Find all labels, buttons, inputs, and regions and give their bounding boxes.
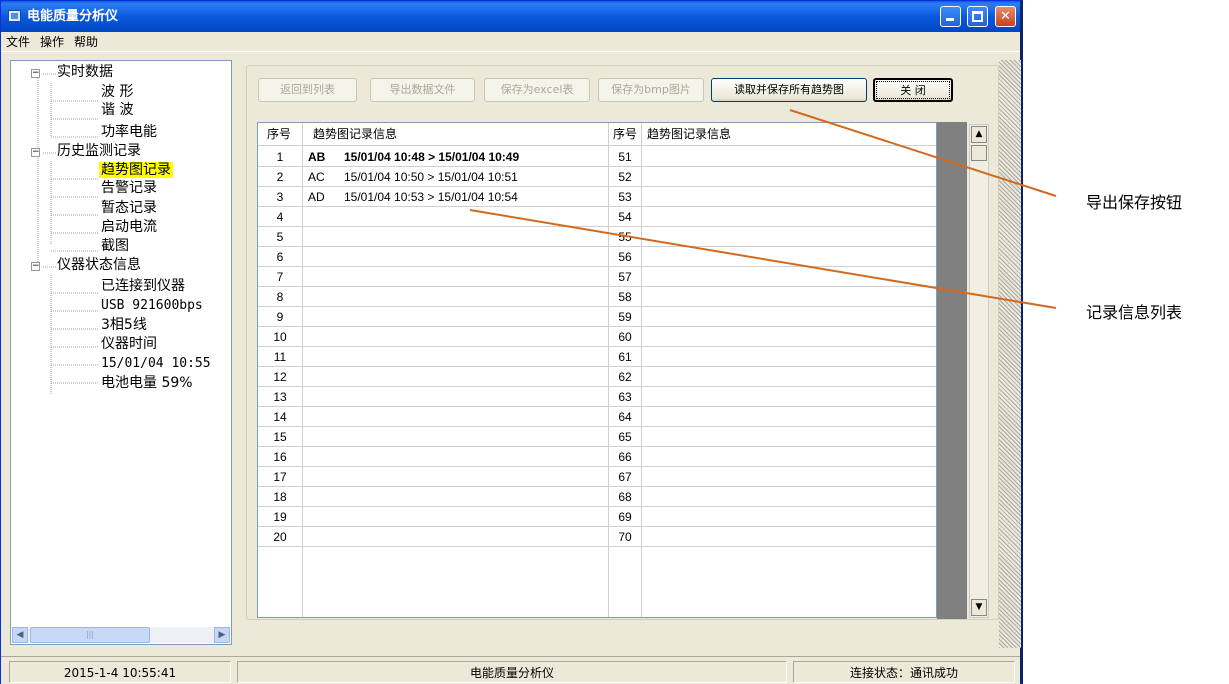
annotation-line-list — [469, 209, 1057, 309]
annotation-record-list: 记录信息列表 — [1086, 303, 1183, 322]
annotation-lines — [469, 109, 1057, 309]
annotation-line-buttons — [789, 109, 1057, 197]
page: { "window": {"title": "电能质量分析仪"}, "menu"… — [0, 0, 1229, 684]
annotation-export-buttons: 导出保存按钮 — [1086, 193, 1183, 212]
